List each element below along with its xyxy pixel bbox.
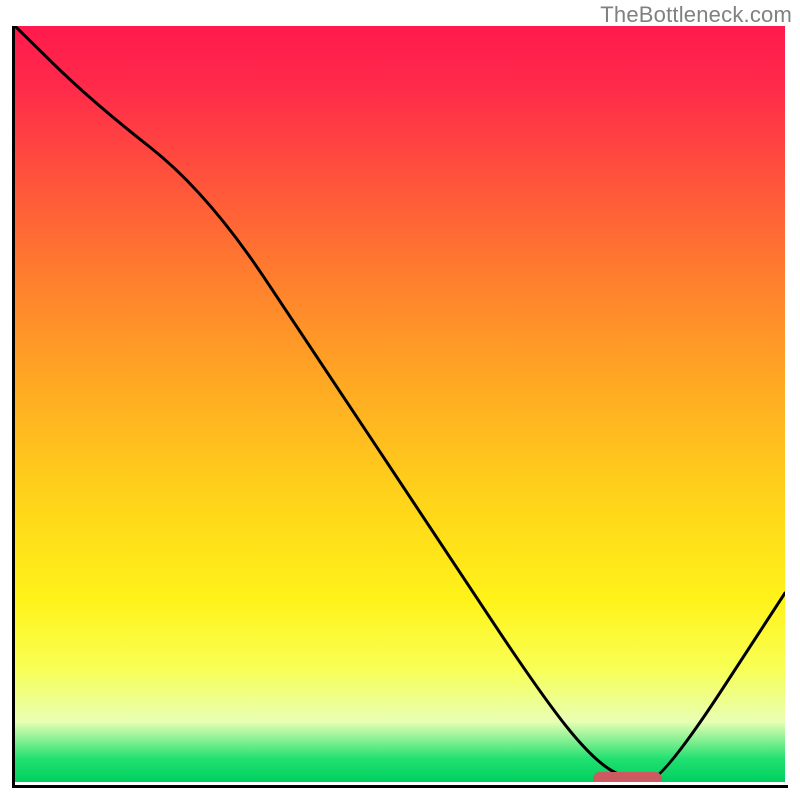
optimum-marker (593, 772, 662, 782)
chart-stage: TheBottleneck.com (0, 0, 800, 800)
bottleneck-curve (15, 26, 785, 782)
watermark-text: TheBottleneck.com (600, 2, 792, 28)
plot-area (15, 26, 785, 782)
